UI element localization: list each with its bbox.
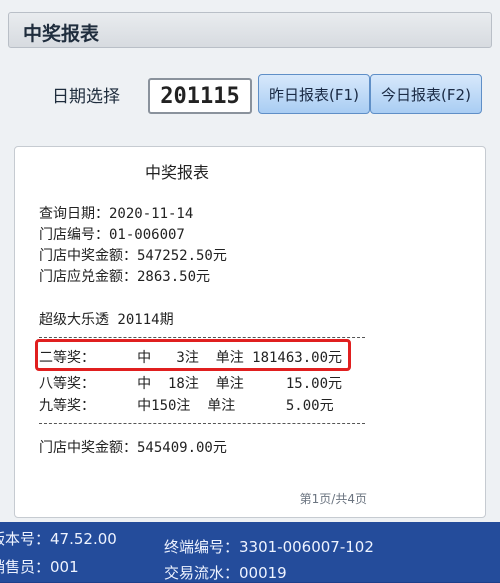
serial-text: 交易流水：00019 [164, 564, 287, 582]
window-title: 中奖报表 [23, 23, 100, 45]
divider [39, 423, 365, 424]
query-date: 查询日期：2020-11-14 [39, 206, 194, 222]
date-input[interactable]: 201115 [148, 78, 252, 114]
store-id: 门店编号：01-006007 [39, 227, 185, 243]
report-heading: 中奖报表 [145, 163, 210, 182]
prize-row: 八等奖： 中 18注 单注 15.00元 [39, 376, 343, 392]
status-bar: 版本号：47.52.00 终端编号：3301-006007-102 销售员：00… [0, 522, 500, 582]
terminal-text: 终端编号：3301-006007-102 [164, 538, 374, 556]
page-indicator: 第1页/共4页 [299, 492, 367, 506]
report-window: 中奖报表 日期选择 201115 昨日报表(F1) 今日报表(F2) 中奖报表 … [0, 0, 500, 522]
store-payable-amount: 门店应兑金额：2863.50元 [39, 269, 211, 285]
toolbar: 日期选择 201115 昨日报表(F1) 今日报表(F2) [8, 58, 490, 138]
today-report-button[interactable]: 今日报表(F2) [370, 74, 482, 114]
seller-text: 销售员：001 [0, 558, 79, 576]
window-titlebar: 中奖报表 [8, 12, 492, 48]
date-label: 日期选择 [52, 87, 120, 107]
prize-row: 九等奖： 中150注 单注 5.00元 [39, 398, 334, 414]
footer-total: 门店中奖金额：545409.00元 [39, 440, 227, 456]
divider [39, 337, 365, 338]
yesterday-report-button[interactable]: 昨日报表(F1) [258, 74, 370, 114]
report-panel: 中奖报表 查询日期：2020-11-14 门店编号：01-006007 门店中奖… [14, 146, 486, 518]
highlight-box [35, 339, 351, 371]
version-text: 版本号：47.52.00 [0, 530, 117, 548]
store-prize-amount: 门店中奖金额：547252.50元 [39, 248, 227, 264]
game-line: 超级大乐透 20114期 [39, 312, 174, 328]
